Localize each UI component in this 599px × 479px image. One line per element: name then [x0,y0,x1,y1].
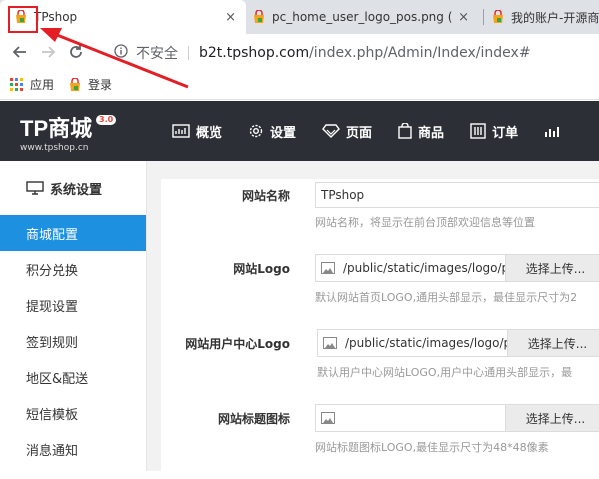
browser-tab-bar: TPshop × pc_home_user_logo_pos.png ( × 我… [0,0,599,34]
annotation-highlight-box [8,6,38,33]
tab-divider [483,9,484,25]
site-logo-file-input[interactable]: /public/static/images/logo/p 选择上传... [315,254,599,282]
bookmark-label: 登录 [88,78,113,92]
nav-settings[interactable]: 设置 [248,122,296,141]
nav-orders[interactable]: 订单 [470,122,518,141]
nav-overview[interactable]: 概览 [172,122,222,141]
info-icon[interactable] [114,43,128,62]
image-icon [321,262,335,274]
bookmark-apps[interactable]: 应用 [10,76,54,93]
sidebar-item-sms[interactable]: 短信模板 [0,395,146,431]
field-hint: 默认网站首页LOGO,通用头部显示，最佳显示尺寸为2 [315,291,578,304]
shop-favicon-icon [70,77,81,91]
nav-goods[interactable]: 商品 [398,122,444,141]
field-hint: 默认用户中心网站LOGO,用户中心通用头部显示，最 [317,366,573,379]
sidebar-title: 系统设置 [0,161,146,215]
reload-icon [70,45,82,58]
bar-chart-icon [545,127,560,137]
site-name-input[interactable]: TPshop [315,182,599,208]
url-text: b2t.tpshop.com/index.php/Admin/Index/ind… [199,45,531,61]
url-host: b2t.tpshop.com [199,44,310,61]
image-icon [323,337,337,349]
nav-label: 概览 [196,125,223,141]
apps-grid-icon [10,77,23,91]
diamond-icon [322,124,340,138]
tab-title: TPshop [34,10,78,24]
bag-icon [398,123,412,139]
sidebar-item-notify[interactable]: 消息通知 [0,431,146,467]
field-label: 网站Logo [233,262,290,276]
field-label: 网站名称 [241,189,290,203]
title-icon-file-input[interactable]: 选择上传... [315,404,599,432]
bookmark-label: 应用 [30,78,55,92]
back-button[interactable] [6,38,34,66]
address-divider [188,45,189,60]
upload-button[interactable]: 选择上传... [505,255,599,281]
bookmark-login[interactable]: 登录 [68,76,112,93]
security-label: 不安全 [136,45,178,62]
tab-title: 我的账户-开源商 [511,10,599,25]
sidebar-title-label: 系统设置 [50,182,103,198]
field-label: 网站标题图标 [217,412,290,426]
nav-label: 商品 [418,125,445,141]
address-bar[interactable]: 不安全 b2t.tpshop.com/index.php/Admin/Index… [104,39,599,66]
sidebar-item-points[interactable]: 积分兑换 [0,251,146,287]
nav-label: 设置 [270,125,297,141]
arrow-left-icon [12,46,26,58]
settings-form: 网站名称 TPshop 网站名称，将显示在前台顶部欢迎信息等位置 网站Logo … [161,179,599,479]
sidebar-item-withdraw[interactable]: 提现设置 [0,287,146,323]
sidebar-item-shop-config[interactable]: 商城配置 [0,215,146,251]
forward-button[interactable] [34,38,62,66]
top-nav: 概览 设置 页面 商品 订单 [172,101,592,161]
field-hint: 网站标题图标LOGO,最佳显示尺寸为48*48像素 [315,441,549,454]
version-badge: 3.0 [96,115,117,125]
field-label: 网站用户中心Logo [185,337,290,351]
tab-my-account[interactable]: 我的账户-开源商 [491,0,599,34]
upload-button[interactable]: 选择上传... [507,330,599,356]
tab-close-icon[interactable]: × [458,10,469,25]
nav-label: 页面 [346,125,373,141]
monitor-icon [26,181,44,195]
file-path: /public/static/images/logo/p [343,261,506,275]
image-icon [321,412,335,424]
shop-favicon-icon [252,9,266,24]
file-path: /public/static/images/logo/p [345,336,508,350]
brand-name: TP商城 [20,116,93,141]
sidebar: 系统设置 商城配置 积分兑换 提现设置 签到规则 地区&配送 短信模板 消息通知 [0,161,147,471]
gear-icon [249,124,263,138]
nav-pages[interactable]: 页面 [322,122,372,141]
main-content: 网站名称 TPshop 网站名称，将显示在前台顶部欢迎信息等位置 网站Logo … [147,161,599,479]
bookmarks-bar: 应用 登录 [0,70,599,100]
site-url: www.tpshop.cn [20,143,89,153]
sidebar-item-region[interactable]: 地区&配送 [0,359,146,395]
field-hint: 网站名称，将显示在前台顶部欢迎信息等位置 [315,216,535,229]
site-logo[interactable]: TP商城 3.0 www.tpshop.cn [20,111,117,153]
chart-icon [172,124,190,138]
sidebar-item-signin[interactable]: 签到规则 [0,323,146,359]
arrow-right-icon [42,46,56,58]
nav-more[interactable] [544,124,566,138]
reload-button[interactable] [62,38,90,66]
browser-toolbar: 不安全 b2t.tpshop.com/index.php/Admin/Index… [0,34,599,70]
url-path: /index.php/Admin/Index/index# [309,44,531,61]
tab-close-icon[interactable]: × [225,10,236,25]
user-logo-file-input[interactable]: /public/static/images/logo/p 选择上传... [317,329,599,357]
order-icon [470,123,486,139]
admin-header: TP商城 3.0 www.tpshop.cn 概览 设置 页面 商品 订单 [0,101,599,161]
shop-favicon-icon [491,9,505,24]
tab-logo-image[interactable]: pc_home_user_logo_pos.png ( × [252,0,477,34]
upload-button[interactable]: 选择上传... [505,405,599,431]
nav-label: 订单 [492,125,519,141]
tab-title: pc_home_user_logo_pos.png ( [272,10,453,24]
